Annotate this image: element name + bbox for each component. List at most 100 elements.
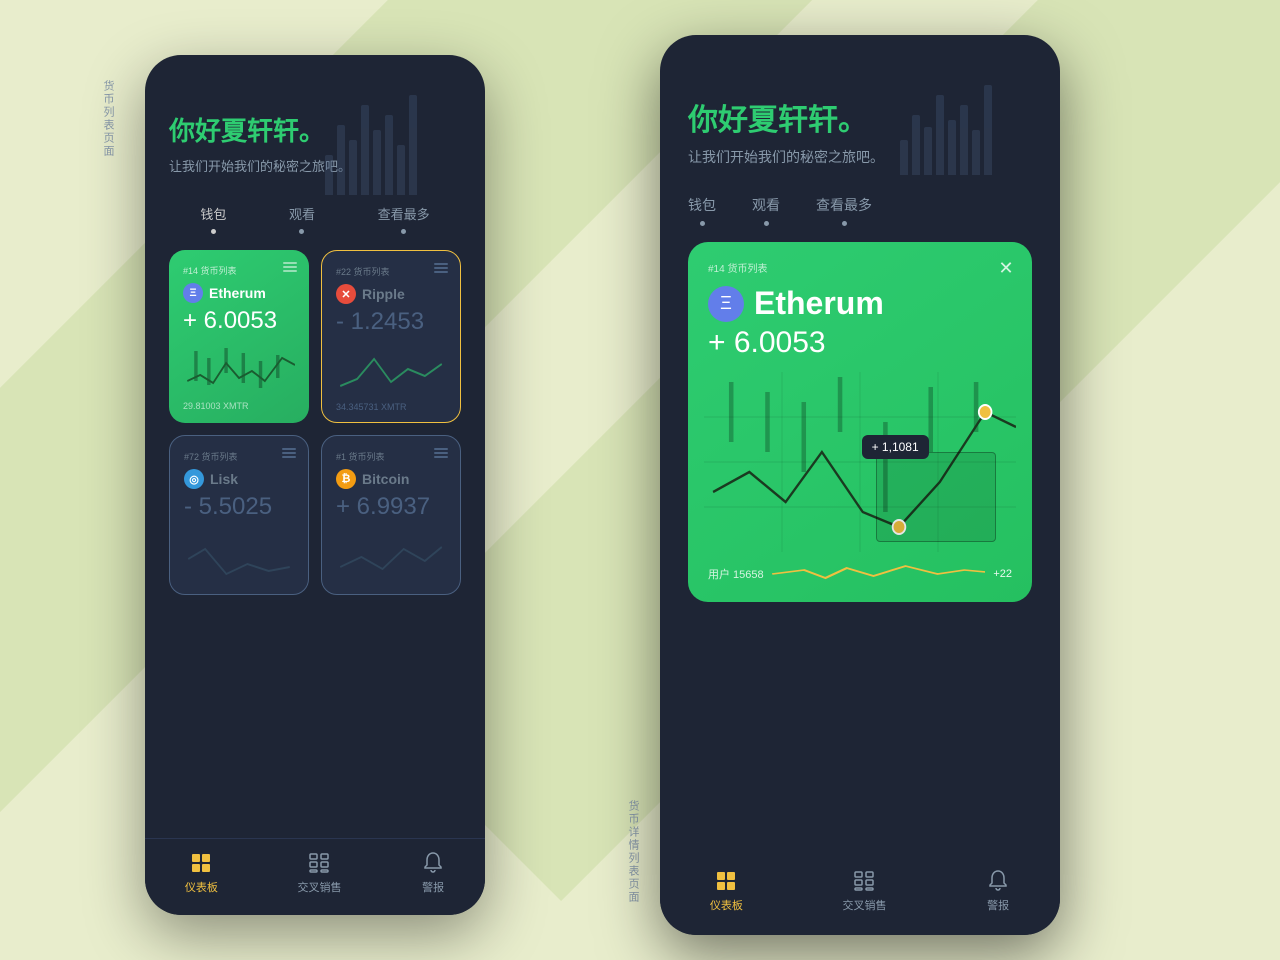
nav-label: 交叉销售 bbox=[297, 879, 341, 895]
chart-svg bbox=[704, 372, 1016, 552]
card-menu[interactable] bbox=[434, 448, 448, 458]
lisk-icon: ◎ bbox=[184, 469, 204, 489]
nav-label: 仪表板 bbox=[710, 897, 743, 913]
tab-wallet-left[interactable]: 钱包 bbox=[200, 204, 226, 234]
bg-chart bbox=[325, 55, 485, 215]
card-etherum[interactable]: #14 货币列表 Ξ Etherum + 6.0053 bbox=[169, 250, 309, 423]
nav-cross-sell-left[interactable]: 交叉销售 bbox=[297, 851, 341, 895]
card-rank: #14 货币列表 bbox=[183, 264, 295, 277]
nav-label: 警报 bbox=[422, 879, 444, 895]
coin-name: Etherum bbox=[209, 285, 266, 301]
card-xmtr: 29.81003 XMTR bbox=[183, 401, 295, 411]
side-label-left: 货币列表页面 bbox=[100, 80, 116, 158]
bottom-nav-left: 仪表板 交叉销售 警报 bbox=[145, 838, 485, 915]
tab-dot bbox=[842, 221, 847, 226]
bg-bar bbox=[948, 120, 956, 175]
modal-chart: + 1,1081 bbox=[704, 372, 1016, 552]
chart-area bbox=[183, 343, 295, 393]
card-menu[interactable] bbox=[283, 262, 297, 272]
card-lisk[interactable]: #72 货币列表 ◎ Lisk - 5.5025 bbox=[169, 435, 309, 595]
nav-dashboard-right[interactable]: 仪表板 bbox=[710, 869, 743, 913]
modal-close-button[interactable]: ✕ bbox=[994, 256, 1018, 280]
bg-bar bbox=[912, 115, 920, 175]
bg-bar bbox=[397, 145, 405, 195]
tab-dot bbox=[764, 221, 769, 226]
tab-watch-left[interactable]: 观看 bbox=[289, 204, 315, 234]
nav-label: 交叉销售 bbox=[842, 897, 886, 913]
chart-area bbox=[184, 529, 294, 579]
card-rank: #1 货币列表 bbox=[336, 450, 446, 463]
nav-cross-sell-right[interactable]: 交叉销售 bbox=[842, 869, 886, 913]
tab-wallet-right[interactable]: 钱包 bbox=[688, 195, 716, 226]
modal-card[interactable]: #14 货币列表 ✕ Ξ Etherum + 6.0053 bbox=[688, 242, 1032, 602]
bg-bar bbox=[373, 130, 381, 195]
coin-row: Ξ Etherum bbox=[183, 283, 295, 303]
eth-icon: Ξ bbox=[183, 283, 203, 303]
card-value: + 6.9937 bbox=[336, 493, 446, 521]
coin-row: ✕ Ripple bbox=[336, 284, 446, 304]
nav-label: 仪表板 bbox=[185, 879, 218, 895]
bell-icon-right bbox=[986, 869, 1010, 893]
nav-alerts-left[interactable]: 警报 bbox=[421, 851, 445, 895]
tab-watch-right[interactable]: 观看 bbox=[752, 195, 780, 226]
bg-bar bbox=[936, 95, 944, 175]
bell-icon bbox=[421, 851, 445, 875]
card-rank: #72 货币列表 bbox=[184, 450, 294, 463]
xrp-icon: ✕ bbox=[336, 284, 356, 304]
card-value: + 6.0053 bbox=[183, 307, 295, 335]
card-xmtr: 34.345731 XMTR bbox=[336, 402, 446, 412]
dashboard-icon bbox=[189, 851, 213, 875]
tab-dot bbox=[401, 229, 406, 234]
tab-dot bbox=[211, 229, 216, 234]
bg-bar bbox=[361, 105, 369, 195]
side-label-right: 货币详情列表页面 bbox=[625, 800, 641, 904]
bg-bar bbox=[984, 85, 992, 175]
tab-dot bbox=[299, 229, 304, 234]
card-menu[interactable] bbox=[282, 448, 296, 458]
tab-dot bbox=[700, 221, 705, 226]
card-ripple[interactable]: #22 货币列表 ✕ Ripple - 1.2453 34.345731 XMT… bbox=[321, 250, 461, 423]
bg-bar bbox=[900, 140, 908, 175]
cross-sell-icon bbox=[307, 851, 331, 875]
chart-area bbox=[336, 344, 446, 394]
btc-icon: ₿ bbox=[336, 469, 356, 489]
chart-area bbox=[336, 529, 446, 579]
right-phone: 你好夏轩轩。 让我们开始我们的秘密之旅吧。 钱包 观看 查看最多 #14 货币列… bbox=[660, 35, 1060, 935]
modal-eth-icon: Ξ bbox=[708, 286, 744, 322]
bg-bar bbox=[409, 95, 417, 195]
bg-bar bbox=[960, 105, 968, 175]
modal-rank: #14 货币列表 bbox=[708, 260, 1012, 275]
nav-alerts-right[interactable]: 警报 bbox=[986, 869, 1010, 913]
left-phone: 你好夏轩轩。 让我们开始我们的秘密之旅吧。 钱包 观看 查看最多 #14 货币列… bbox=[145, 55, 485, 915]
card-bitcoin[interactable]: #1 货币列表 ₿ Bitcoin + 6.9937 bbox=[321, 435, 461, 595]
bg-bar bbox=[385, 115, 393, 195]
modal-change: +22 bbox=[993, 568, 1012, 580]
cross-sell-icon-right bbox=[852, 869, 876, 893]
bg-bar bbox=[337, 125, 345, 195]
bg-bar bbox=[972, 130, 980, 175]
coin-row: ◎ Lisk bbox=[184, 469, 294, 489]
footer-sparkline bbox=[772, 562, 986, 586]
nav-label: 警报 bbox=[987, 897, 1009, 913]
modal-coin-name: Etherum bbox=[754, 285, 884, 322]
bg-chart-right bbox=[900, 35, 1060, 195]
modal-value: + 6.0053 bbox=[708, 326, 1012, 360]
modal-coin-row: Ξ Etherum bbox=[708, 285, 1012, 322]
bg-bar bbox=[924, 127, 932, 175]
nav-tabs-right: 钱包 观看 查看最多 bbox=[688, 195, 1032, 226]
coin-name: Bitcoin bbox=[362, 471, 409, 487]
bottom-nav-right: 仪表板 交叉销售 警报 bbox=[660, 857, 1060, 935]
modal-users: 用户 15658 bbox=[708, 566, 764, 582]
bg-bar bbox=[349, 140, 357, 195]
coin-row: ₿ Bitcoin bbox=[336, 469, 446, 489]
coin-name: Ripple bbox=[362, 286, 405, 302]
chart-tooltip: + 1,1081 bbox=[862, 435, 929, 459]
bg-bar bbox=[325, 155, 333, 195]
card-menu[interactable] bbox=[434, 263, 448, 273]
card-value: - 1.2453 bbox=[336, 308, 446, 336]
dashboard-icon-right bbox=[714, 869, 738, 893]
modal-footer: 用户 15658 +22 bbox=[708, 562, 1012, 586]
nav-dashboard-left[interactable]: 仪表板 bbox=[185, 851, 218, 895]
tab-most-right[interactable]: 查看最多 bbox=[816, 195, 872, 226]
cards-grid: #14 货币列表 Ξ Etherum + 6.0053 bbox=[169, 250, 461, 595]
